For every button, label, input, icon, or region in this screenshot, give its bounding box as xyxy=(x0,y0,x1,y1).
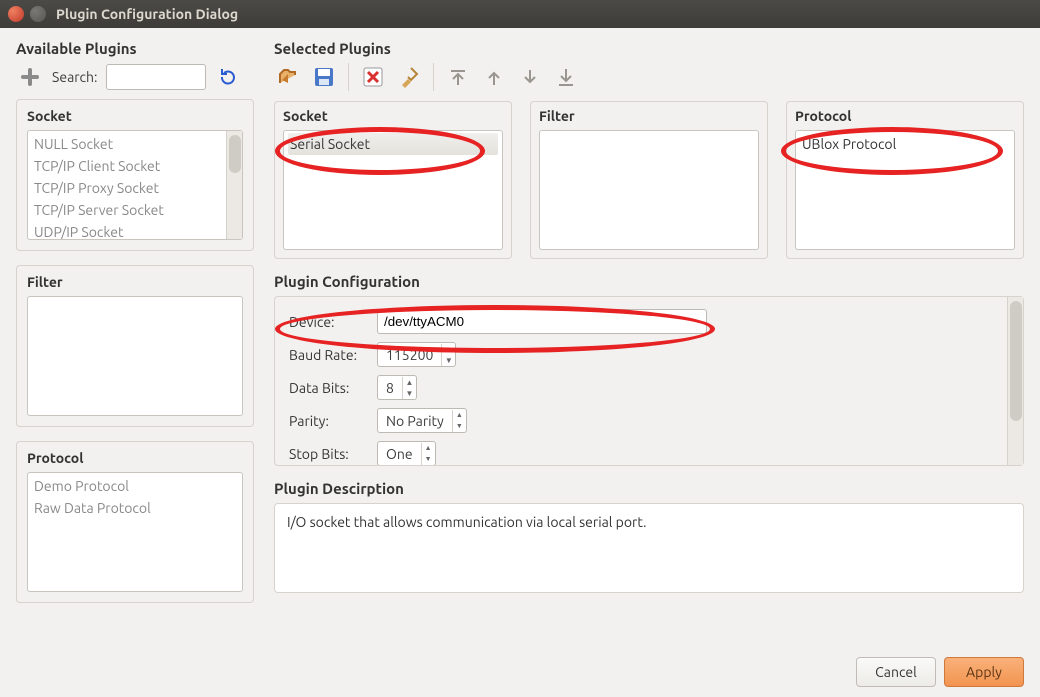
search-input[interactable] xyxy=(106,64,206,90)
broom-icon xyxy=(397,65,421,89)
selected-filter-list[interactable] xyxy=(539,130,759,250)
selected-socket-list[interactable]: Serial Socket xyxy=(283,130,503,250)
available-socket-group: Socket NULL Socket TCP/IP Client Socket … xyxy=(16,99,254,251)
stopbits-value: One xyxy=(378,446,421,462)
available-protocol-title: Protocol xyxy=(27,450,243,466)
move-bottom-button[interactable] xyxy=(552,63,580,91)
window-minimize-button[interactable] xyxy=(30,6,46,22)
selected-protocol-title: Protocol xyxy=(795,108,1015,124)
chevron-down-icon[interactable]: ▼ xyxy=(403,388,416,399)
parity-combo[interactable]: No Parity ▲▼ xyxy=(377,408,467,433)
load-button[interactable] xyxy=(274,63,302,91)
databits-value: 8 xyxy=(378,380,402,396)
save-button[interactable] xyxy=(310,63,338,91)
selected-protocol-list[interactable]: UBlox Protocol xyxy=(795,130,1015,250)
toolbar-separator xyxy=(433,63,434,91)
databits-spinner[interactable]: 8 ▲▼ xyxy=(377,375,417,400)
plugin-description-box: I/O socket that allows communication via… xyxy=(274,503,1024,593)
available-protocol-group: Protocol Demo Protocol Raw Data Protocol xyxy=(16,441,254,603)
arrow-down-icon xyxy=(519,66,541,88)
move-top-button[interactable] xyxy=(444,63,472,91)
available-protocol-list[interactable]: Demo Protocol Raw Data Protocol xyxy=(27,472,243,592)
add-plugin-button[interactable] xyxy=(16,63,44,91)
arrow-top-icon xyxy=(447,66,469,88)
databits-label: Data Bits: xyxy=(289,380,369,396)
reload-button[interactable] xyxy=(214,63,242,91)
search-label: Search: xyxy=(52,69,98,85)
arrow-up-icon xyxy=(483,66,505,88)
baud-value: 115200 xyxy=(378,347,441,363)
chevron-up-icon[interactable]: ▲ xyxy=(403,377,416,388)
move-up-button[interactable] xyxy=(480,63,508,91)
toolbar-separator xyxy=(348,63,349,91)
titlebar: Plugin Configuration Dialog xyxy=(0,0,1040,28)
baud-spinner[interactable]: 115200 ▲▼ xyxy=(377,342,456,367)
open-folder-icon xyxy=(276,65,300,89)
window-title: Plugin Configuration Dialog xyxy=(56,6,238,22)
floppy-icon xyxy=(312,65,336,89)
apply-button[interactable]: Apply xyxy=(944,657,1024,687)
device-label: Device: xyxy=(289,314,369,330)
plus-icon xyxy=(19,66,41,88)
list-item[interactable]: NULL Socket xyxy=(32,133,222,155)
arrow-bottom-icon xyxy=(555,66,577,88)
list-item[interactable]: UBlox Protocol xyxy=(800,133,1010,155)
parity-label: Parity: xyxy=(289,413,369,429)
list-item[interactable]: Demo Protocol xyxy=(32,475,238,497)
plugin-description-heading: Plugin Descirption xyxy=(274,480,1024,497)
available-socket-list[interactable]: NULL Socket TCP/IP Client Socket TCP/IP … xyxy=(27,130,243,240)
list-item[interactable]: TCP/IP Client Socket xyxy=(32,155,222,177)
selected-socket-title: Socket xyxy=(283,108,503,124)
selected-filter-title: Filter xyxy=(539,108,759,124)
scrollbar[interactable] xyxy=(1007,297,1023,465)
available-plugins-heading: Available Plugins xyxy=(16,40,254,57)
chevron-up-icon[interactable]: ▲ xyxy=(442,344,455,355)
device-input[interactable] xyxy=(377,309,707,334)
baud-label: Baud Rate: xyxy=(289,347,369,363)
selected-filter-group: Filter xyxy=(530,101,768,259)
remove-button[interactable] xyxy=(359,63,387,91)
chevron-up-icon[interactable]: ▲ xyxy=(422,443,435,454)
scrollbar[interactable] xyxy=(226,131,242,239)
chevron-down-icon[interactable]: ▼ xyxy=(453,421,466,432)
list-item[interactable]: Serial Socket xyxy=(288,133,498,155)
chevron-down-icon[interactable]: ▼ xyxy=(442,355,455,366)
available-filter-group: Filter xyxy=(16,265,254,427)
x-box-icon xyxy=(362,66,384,88)
clear-button[interactable] xyxy=(395,63,423,91)
reload-arrow-icon xyxy=(217,66,239,88)
list-item[interactable]: UDP/IP Socket xyxy=(32,221,222,239)
chevron-up-icon[interactable]: ▲ xyxy=(453,410,466,421)
selected-plugins-heading: Selected Plugins xyxy=(274,40,1024,57)
available-socket-title: Socket xyxy=(27,108,243,124)
selected-socket-group: Socket Serial Socket xyxy=(274,101,512,259)
window-close-button[interactable] xyxy=(8,6,24,22)
available-filter-title: Filter xyxy=(27,274,243,290)
cancel-button[interactable]: Cancel xyxy=(856,657,936,687)
stopbits-label: Stop Bits: xyxy=(289,446,369,462)
move-down-button[interactable] xyxy=(516,63,544,91)
parity-value: No Parity xyxy=(378,413,452,429)
plugin-configuration-panel: Device: Baud Rate: 115200 ▲▼ Data Bits: xyxy=(274,296,1024,466)
selected-protocol-group: Protocol UBlox Protocol xyxy=(786,101,1024,259)
available-filter-list[interactable] xyxy=(27,296,243,416)
plugin-description-text: I/O socket that allows communication via… xyxy=(287,514,646,530)
list-item[interactable]: TCP/IP Proxy Socket xyxy=(32,177,222,199)
chevron-down-icon[interactable]: ▼ xyxy=(422,454,435,465)
list-item[interactable]: Raw Data Protocol xyxy=(32,497,238,519)
list-item[interactable]: TCP/IP Server Socket xyxy=(32,199,222,221)
plugin-configuration-heading: Plugin Configuration xyxy=(274,273,1024,290)
stopbits-combo[interactable]: One ▲▼ xyxy=(377,441,436,465)
